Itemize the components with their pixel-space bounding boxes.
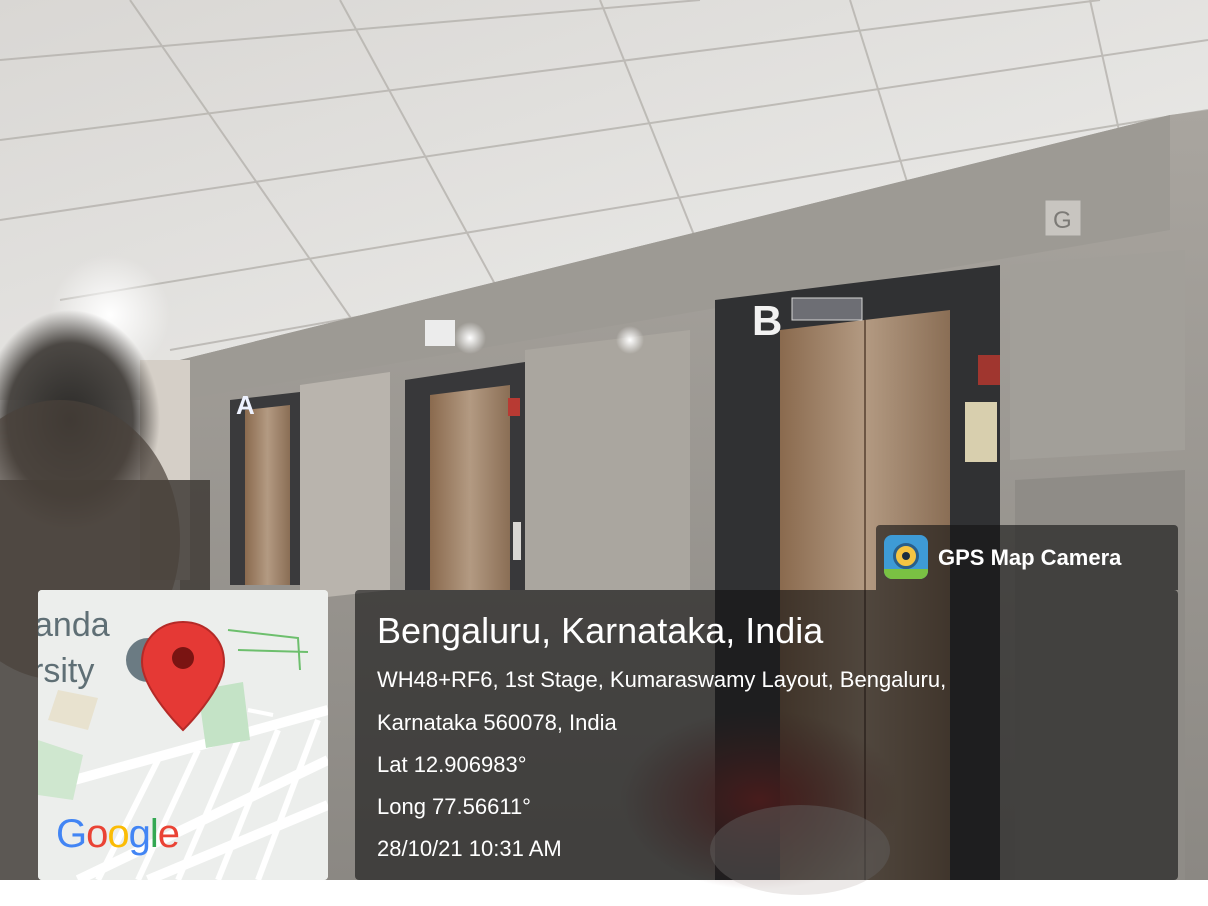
map-thumbnail: S anda rsity Google <box>38 590 328 880</box>
address-line-2: Karnataka 560078, India <box>377 710 617 735</box>
google-logo: Google <box>56 812 180 856</box>
elevator-sign-a: A <box>236 390 255 420</box>
map-place-label-2: rsity <box>38 652 95 690</box>
gps-map-camera-icon <box>884 535 928 579</box>
location-city: Bengaluru, Karnataka, India <box>377 610 824 651</box>
location-info-panel: Bengaluru, Karnataka, India WH48+RF6, 1s… <box>355 590 1178 880</box>
gps-map-camera-badge: GPS Map Camera <box>876 525 1178 590</box>
elevator-sign-b: B <box>752 297 782 344</box>
longitude-text: Long 77.56611° <box>377 794 531 819</box>
timestamp-text: 28/10/21 10:31 AM <box>377 836 562 861</box>
latitude-text: Lat 12.906983° <box>377 752 527 777</box>
address-line-1: WH48+RF6, 1st Stage, Kumaraswamy Layout,… <box>377 667 947 692</box>
elevator-sign-g: G <box>1053 207 1072 234</box>
map-place-label-1: anda <box>38 606 110 644</box>
brand-label: GPS Map Camera <box>938 545 1122 570</box>
